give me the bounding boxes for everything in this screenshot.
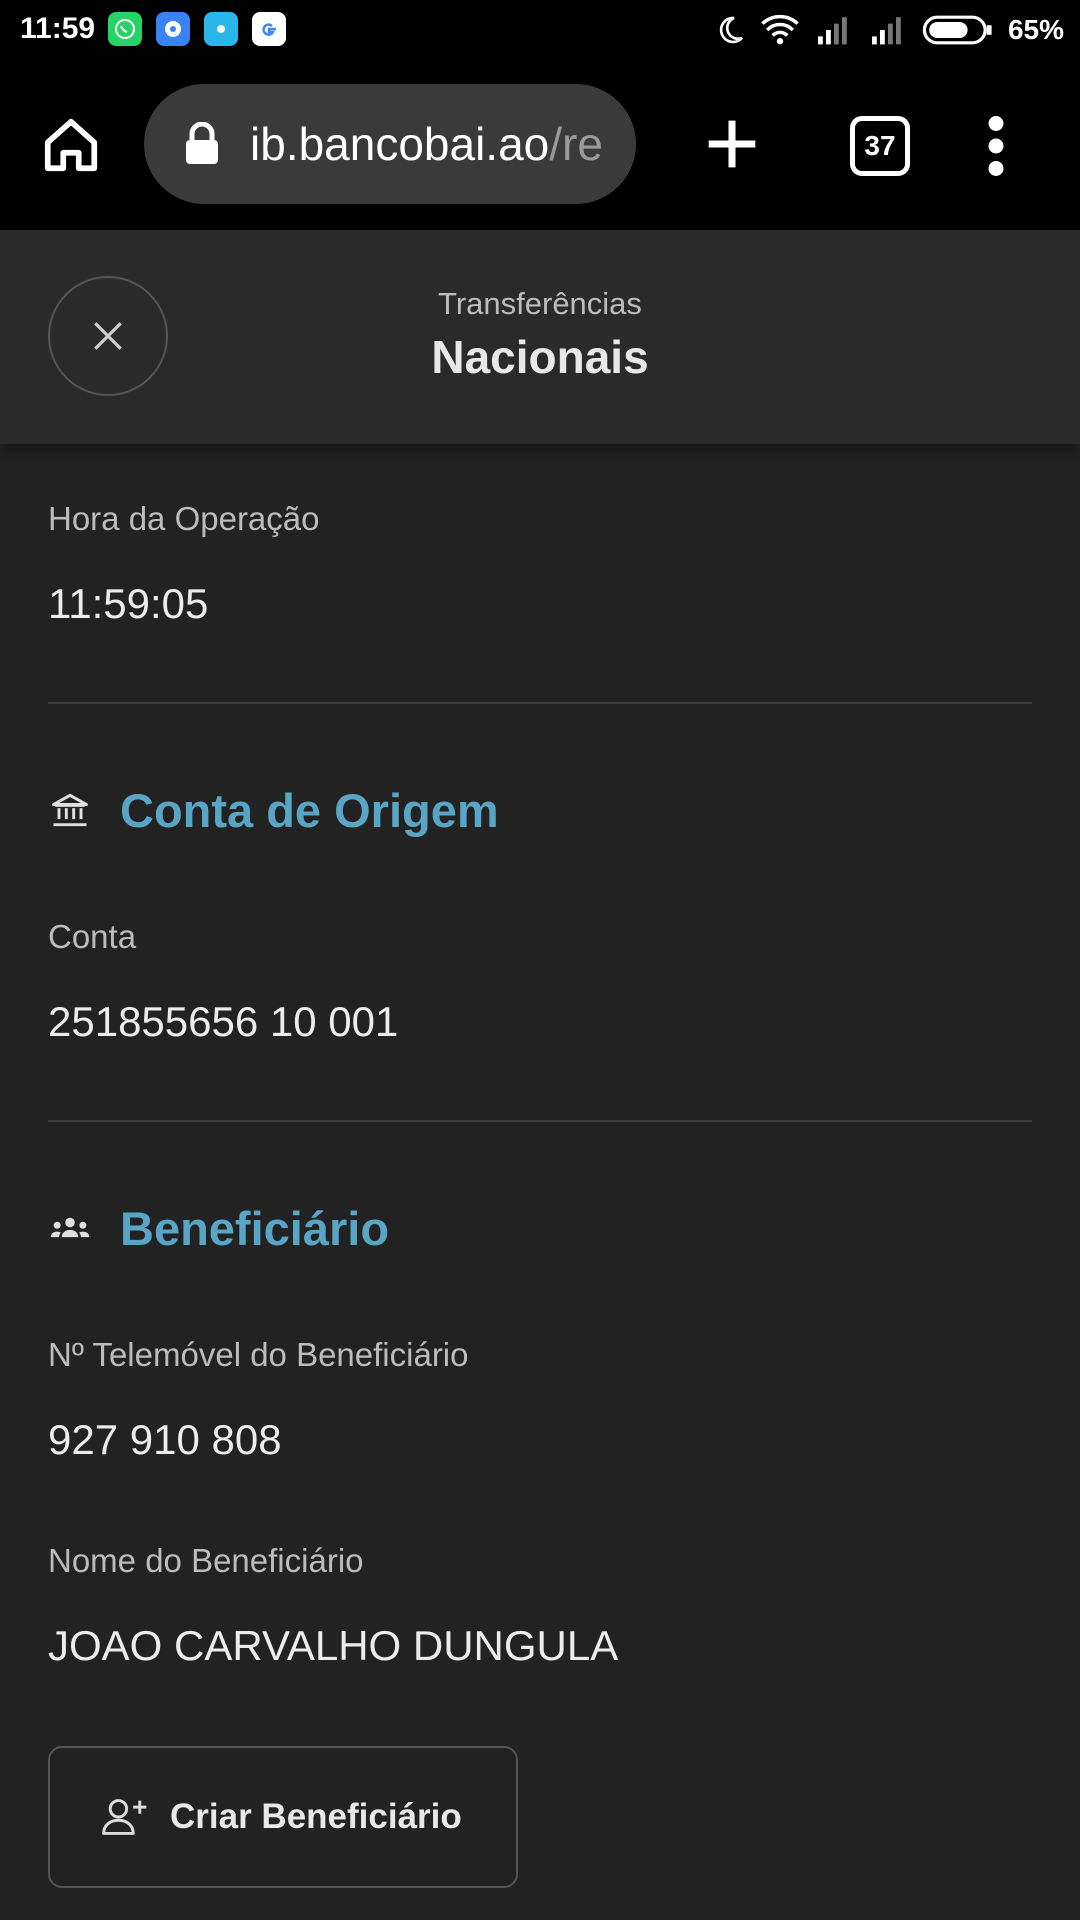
google-icon [252, 12, 286, 46]
account-value: 251855656 10 001 [48, 998, 399, 1045]
tab-count: 37 [864, 130, 896, 161]
divider [48, 1120, 1032, 1122]
messenger-icon [156, 12, 190, 46]
operation-time-label: Hora da Operação [48, 500, 320, 537]
status-icons: 65% [714, 10, 1064, 50]
divider [48, 702, 1032, 704]
create-beneficiary-button[interactable]: Criar Beneficiário [48, 1746, 518, 1888]
moon-icon [719, 16, 743, 44]
tab-switcher-button[interactable]: 37 [850, 116, 910, 176]
home-icon[interactable] [40, 114, 102, 176]
beneficiary-name-value: JOAO CARVALHO DUNGULA [48, 1622, 619, 1669]
page-header: Transferências Nacionais [0, 230, 1080, 444]
address-bar[interactable]: ib.bancobai.ao/re [144, 84, 636, 204]
create-beneficiary-label: Criar Beneficiário [170, 1797, 462, 1836]
page-title: Nacionais [431, 331, 649, 383]
url-text: ib.bancobai.ao/re [250, 117, 603, 171]
battery-percentage: 65% [1007, 14, 1064, 45]
status-bar: 11:59 65% [0, 0, 1080, 60]
beneficiary-name-label: Nome do Beneficiário [48, 1542, 364, 1579]
add-person-icon [102, 1799, 147, 1835]
battery-icon [922, 15, 992, 45]
operation-time-value: 11:59:05 [48, 580, 209, 627]
app-notification-icon [204, 12, 238, 46]
beneficiary-phone-value: 927 910 808 [48, 1416, 282, 1463]
signal-icon [871, 17, 901, 45]
account-label: Conta [48, 918, 137, 955]
browser-toolbar: ib.bancobai.ao/re 37 [0, 60, 1080, 230]
status-time: 11:59 [20, 12, 96, 45]
wifi-icon [761, 14, 799, 45]
origin-account-section-header: Conta de Origem [48, 780, 499, 840]
bank-icon [52, 793, 88, 827]
page-subtitle: Transferências [438, 286, 642, 321]
url-host: ib.bancobai.ao [250, 118, 550, 170]
signal-icon [817, 17, 847, 45]
beneficiary-title: Beneficiário [120, 1201, 390, 1255]
group-icon [50, 1217, 90, 1238]
beneficiary-phone-label: Nº Telemóvel do Beneficiário [48, 1336, 469, 1373]
plus-icon[interactable] [704, 116, 760, 172]
origin-account-title: Conta de Origem [120, 783, 499, 837]
beneficiary-section-header: Beneficiário [48, 1198, 389, 1258]
more-vert-icon[interactable] [984, 116, 1008, 176]
url-path: /re [549, 118, 603, 170]
lock-icon [186, 122, 218, 164]
whatsapp-icon [108, 12, 142, 46]
